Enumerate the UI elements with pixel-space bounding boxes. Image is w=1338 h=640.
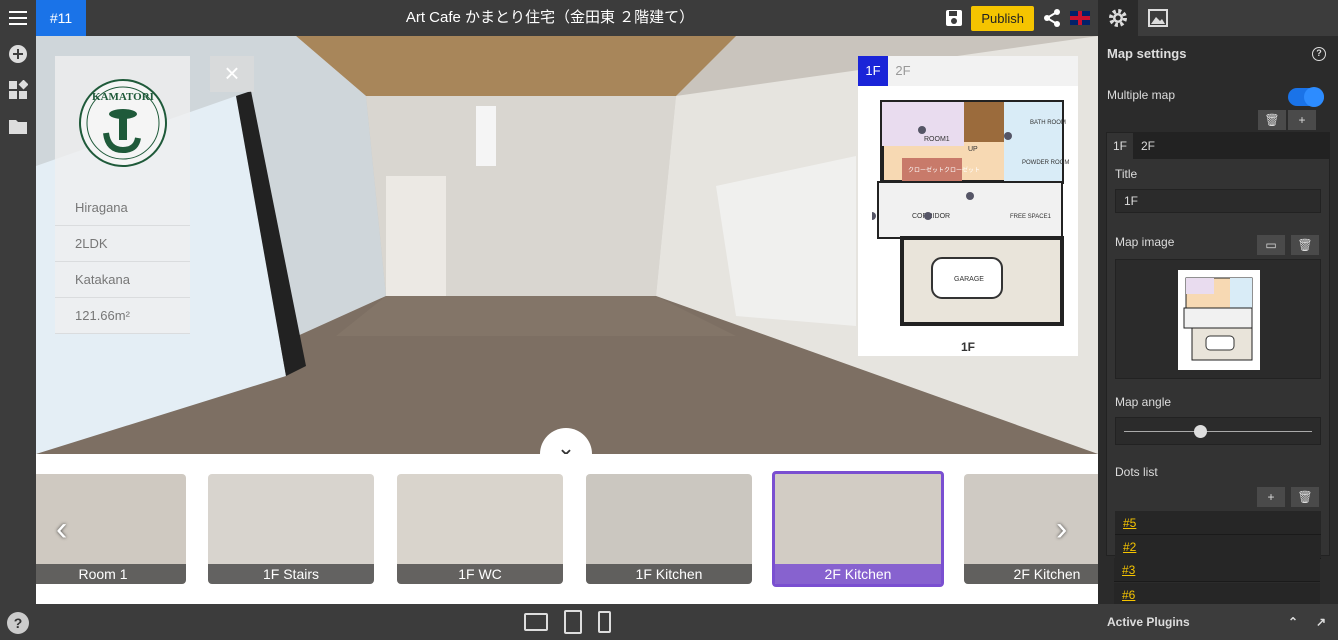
map-angle-label: Map angle bbox=[1115, 395, 1172, 409]
project-title: Art Cafe かまとり住宅（金田東 ２階建て） bbox=[405, 9, 695, 26]
chevron-right-icon[interactable]: › bbox=[1056, 510, 1067, 549]
floor-label-closet-1: クローゼット bbox=[908, 166, 944, 174]
scene-thumb-2f-kitchen[interactable]: 2F Kitchen bbox=[964, 474, 1098, 584]
floor-label-free-space: FREE SPACE1 bbox=[1010, 214, 1052, 220]
delete-dot-icon[interactable]: 🗑 bbox=[1291, 487, 1319, 507]
close-icon[interactable]: × bbox=[210, 56, 254, 92]
floor-label-up: UP bbox=[968, 146, 978, 153]
map-image-label: Map image bbox=[1115, 235, 1175, 249]
widgets-icon[interactable] bbox=[0, 72, 36, 108]
scene-thumb-label: Room 1 bbox=[36, 564, 186, 584]
scene-thumb-label: 1F WC bbox=[397, 564, 563, 584]
active-plugins-label: Active Plugins bbox=[1107, 615, 1190, 629]
scene-thumb-1f-wc[interactable]: 1F WC bbox=[397, 474, 563, 584]
map-settings-box: 1F 2F Title 1F Map image ▭ 🗑 Map angle D… bbox=[1106, 132, 1330, 559]
image-icon[interactable] bbox=[1138, 0, 1178, 36]
floor-map-panel: 1F 2F ROOM1 UP BATH ROOM POWDER ROOM クロー… bbox=[858, 56, 1078, 356]
language-flag-icon[interactable] bbox=[1070, 11, 1090, 25]
chevron-up-icon[interactable]: ⌃ bbox=[1288, 604, 1298, 640]
floor-label-room1: ROOM1 bbox=[924, 136, 950, 143]
scene-thumb-label: 2F Kitchen bbox=[964, 564, 1098, 584]
folder-open-icon[interactable]: ▭ bbox=[1257, 235, 1285, 255]
save-icon[interactable] bbox=[945, 9, 963, 27]
share-icon[interactable] bbox=[1042, 8, 1062, 28]
property-info-card: KAMATORI Hiragana 2LDK Katakana 121.66m² bbox=[55, 56, 190, 334]
map-thumbnail bbox=[1178, 270, 1260, 370]
scene-thumb-1f-stairs[interactable]: 1F Stairs bbox=[208, 474, 374, 584]
help-icon[interactable]: ? bbox=[7, 612, 29, 634]
scene-thumb-label: 2F Kitchen bbox=[775, 564, 941, 584]
dot-link[interactable]: #6 bbox=[1114, 583, 1320, 604]
dots-list-label: Dots list bbox=[1115, 465, 1158, 479]
floor-label-bath: BATH ROOM bbox=[1030, 120, 1066, 126]
scene-thumb-label: 1F Stairs bbox=[208, 564, 374, 584]
dot-link[interactable]: #5 bbox=[1115, 511, 1321, 535]
info-row-area: 121.66m² bbox=[55, 298, 190, 334]
slider-knob[interactable] bbox=[1194, 425, 1207, 438]
map-tab-2f[interactable]: 2F bbox=[888, 56, 918, 86]
scene-thumb-label: 1F Kitchen bbox=[586, 564, 752, 584]
floor-tab-2f[interactable]: 2F bbox=[1133, 133, 1163, 159]
sidebar-tabs bbox=[1098, 0, 1338, 36]
hamburger-menu-icon[interactable] bbox=[0, 0, 36, 36]
scene-thumb-1f-kitchen[interactable]: 1F Kitchen bbox=[586, 474, 752, 584]
floor-label-closet-2: クローゼット bbox=[944, 166, 980, 174]
add-map-icon[interactable]: + bbox=[1288, 110, 1316, 130]
floor-tab-1f[interactable]: 1F bbox=[1107, 133, 1133, 159]
floor-map-label: 1F bbox=[960, 340, 975, 354]
desktop-icon[interactable] bbox=[523, 613, 548, 631]
folder-icon[interactable] bbox=[0, 108, 36, 144]
delete-map-icon[interactable]: 🗑 bbox=[1258, 110, 1286, 130]
svg-text:KAMATORI: KAMATORI bbox=[92, 91, 154, 103]
floor-plan-image[interactable]: ROOM1 UP BATH ROOM POWDER ROOM クローゼット クロ… bbox=[872, 98, 1072, 336]
title-label: Title bbox=[1115, 167, 1138, 181]
mobile-icon[interactable] bbox=[597, 611, 611, 633]
active-plugins-bar[interactable]: Active Plugins ⌃ ↗ bbox=[1098, 604, 1338, 640]
settings-gear-icon[interactable] bbox=[1098, 0, 1138, 36]
map-angle-slider[interactable] bbox=[1115, 417, 1321, 445]
info-row-layout: 2LDK bbox=[55, 226, 190, 262]
map-tab-1f[interactable]: 1F bbox=[858, 56, 888, 86]
delete-image-icon[interactable]: 🗑 bbox=[1291, 235, 1319, 255]
multiple-map-label: Multiple map bbox=[1107, 88, 1176, 102]
help-circle-icon[interactable]: ? bbox=[1312, 47, 1326, 61]
info-row-katakana: Katakana bbox=[55, 262, 190, 298]
dot-link[interactable]: #3 bbox=[1114, 558, 1320, 582]
left-toolbar: ? bbox=[0, 36, 36, 640]
map-image-preview[interactable] bbox=[1115, 259, 1321, 379]
panorama-viewer[interactable]: KAMATORI Hiragana 2LDK Katakana 121.66m²… bbox=[36, 36, 1098, 454]
floor-label-powder: POWDER ROOM bbox=[1022, 160, 1069, 166]
top-bar: #11 Art Cafe かまとり住宅（金田東 ２階建て） Publish bbox=[0, 0, 1098, 36]
chevron-left-icon[interactable]: ‹ bbox=[56, 510, 67, 549]
scene-thumb-2f-kitchen-active[interactable]: 2F Kitchen bbox=[772, 471, 944, 587]
add-dot-icon[interactable]: + bbox=[1257, 487, 1285, 507]
add-icon[interactable] bbox=[0, 36, 36, 72]
dot-link[interactable]: #2 bbox=[1115, 535, 1321, 559]
map-settings-sidebar: Map settings ? Multiple map 🗑 + 1F 2F Ti… bbox=[1098, 36, 1338, 604]
scene-thumbnail-strip: Room 1 1F Stairs 1F WC 1F Kitchen 2F Kit… bbox=[36, 454, 1098, 604]
publish-button[interactable]: Publish bbox=[971, 5, 1034, 31]
project-id-badge[interactable]: #11 bbox=[36, 0, 86, 36]
kamatori-logo: KAMATORI bbox=[78, 79, 167, 167]
title-input[interactable]: 1F bbox=[1115, 189, 1321, 213]
multiple-map-toggle[interactable] bbox=[1288, 87, 1324, 107]
device-preview-bar bbox=[36, 604, 1098, 640]
sidebar-title: Map settings bbox=[1107, 46, 1187, 61]
floor-label-garage: GARAGE bbox=[954, 276, 984, 283]
sidebar-header: Map settings ? bbox=[1098, 36, 1338, 72]
info-row-hiragana: Hiragana bbox=[55, 190, 190, 226]
tablet-icon[interactable] bbox=[563, 610, 582, 634]
expand-arrow-icon[interactable]: ↗ bbox=[1316, 604, 1326, 640]
